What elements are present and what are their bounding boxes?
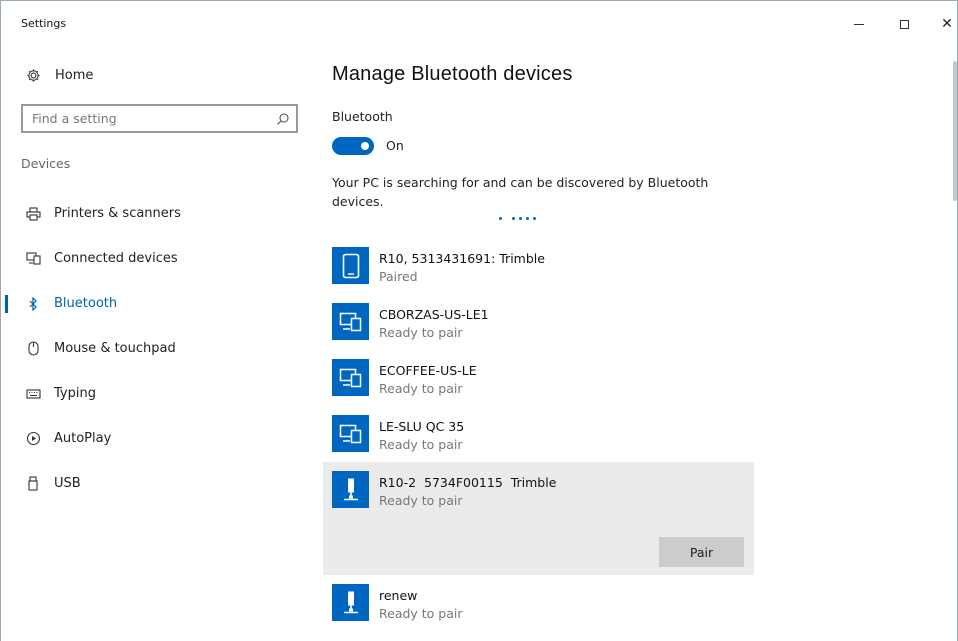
window-title: Settings <box>21 17 67 30</box>
toggle-knob <box>361 142 369 150</box>
device-icon <box>332 584 369 621</box>
device-name: LE-SLU QC 35 <box>379 419 465 434</box>
device-status: Ready to pair <box>379 381 463 396</box>
printer-icon <box>25 206 41 222</box>
minimize-button[interactable] <box>837 9 881 39</box>
section-label-devices: Devices <box>21 156 71 171</box>
keyboard-icon <box>25 386 41 402</box>
device-name: renew <box>379 588 418 603</box>
device-item[interactable]: ECOFFEE-US-LE Ready to pair <box>323 350 754 406</box>
close-button[interactable]: ✕ <box>925 9 957 39</box>
device-name: R10-2 5734F00115 Trimble <box>379 475 557 490</box>
device-item[interactable]: LE-SLU QC 35 Ready to pair <box>323 406 754 462</box>
page-title: Manage Bluetooth devices <box>332 63 573 85</box>
maximize-icon <box>899 19 909 29</box>
sidebar-item-label: Printers & scanners <box>54 206 181 221</box>
home-label: Home <box>55 67 94 83</box>
sidebar-item-usb[interactable]: USB <box>1 461 311 506</box>
phone-icon <box>332 247 369 284</box>
sidebar-item-bluetooth[interactable]: Bluetooth <box>1 281 311 326</box>
device-item[interactable]: renew Ready to pair <box>323 575 754 631</box>
pair-button[interactable]: Pair <box>659 537 744 567</box>
computer-icon <box>332 415 369 452</box>
toggle-state-label: On <box>386 138 404 153</box>
search-input[interactable] <box>23 106 263 131</box>
discovery-status-text: Your PC is searching for and can be disc… <box>332 175 709 209</box>
sidebar-item-label: AutoPlay <box>54 431 112 446</box>
sidebar-item-label: Bluetooth <box>54 296 118 311</box>
device-status: Ready to pair <box>379 493 463 508</box>
autoplay-icon <box>25 431 41 447</box>
device-list: R10, 5313431691: Trimble Paired CBORZAS-… <box>323 238 754 631</box>
device-name: R10, 5313431691: Trimble <box>379 251 545 266</box>
sidebar-item-label: USB <box>54 476 81 491</box>
maximize-button[interactable] <box>882 9 926 39</box>
mouse-icon <box>25 341 41 357</box>
device-status: Paired <box>379 269 418 284</box>
device-name: ECOFFEE-US-LE <box>379 363 477 378</box>
sidebar-item-mouse-touchpad[interactable]: Mouse & touchpad <box>1 326 311 371</box>
main-content: Manage Bluetooth devices Bluetooth On Yo… <box>323 43 942 641</box>
device-icon <box>332 471 369 508</box>
minimize-icon <box>854 23 864 25</box>
device-name: CBORZAS-US-LE1 <box>379 307 489 322</box>
bluetooth-icon <box>25 296 41 312</box>
settings-window: Settings ✕ Home Devices Printers & scann… <box>0 0 958 641</box>
device-status: Ready to pair <box>379 606 463 621</box>
home-link[interactable]: Home <box>25 67 93 83</box>
device-status: Ready to pair <box>379 437 463 452</box>
sidebar-nav: Printers & scanners Connected devices Bl… <box>1 191 311 506</box>
close-icon: ✕ <box>941 16 953 32</box>
device-item[interactable]: CBORZAS-US-LE1 Ready to pair <box>323 294 754 350</box>
device-status: Ready to pair <box>379 325 463 340</box>
sidebar-item-label: Mouse & touchpad <box>54 341 176 356</box>
sidebar: Home Devices Printers & scanners Connect… <box>1 43 311 641</box>
sidebar-item-connected-devices[interactable]: Connected devices <box>1 236 311 281</box>
bluetooth-label: Bluetooth <box>332 109 393 124</box>
usb-icon <box>25 476 41 492</box>
searching-progress-dots <box>499 217 536 220</box>
search-box[interactable] <box>21 104 298 133</box>
sidebar-item-autoplay[interactable]: AutoPlay <box>1 416 311 461</box>
sidebar-item-printers-scanners[interactable]: Printers & scanners <box>1 191 311 236</box>
gear-icon <box>25 67 41 83</box>
device-item-selected[interactable]: R10-2 5734F00115 Trimble Ready to pair P… <box>323 462 754 575</box>
sidebar-item-label: Connected devices <box>54 251 178 266</box>
computer-icon <box>332 359 369 396</box>
computer-icon <box>332 303 369 340</box>
sidebar-item-typing[interactable]: Typing <box>1 371 311 416</box>
bluetooth-toggle[interactable] <box>332 137 374 155</box>
scrollbar[interactable] <box>953 61 957 201</box>
connected-devices-icon <box>25 251 41 267</box>
title-bar: Settings ✕ <box>1 1 957 43</box>
search-icon[interactable] <box>276 111 290 125</box>
sidebar-item-label: Typing <box>54 386 96 401</box>
device-item[interactable]: R10, 5313431691: Trimble Paired <box>323 238 754 294</box>
